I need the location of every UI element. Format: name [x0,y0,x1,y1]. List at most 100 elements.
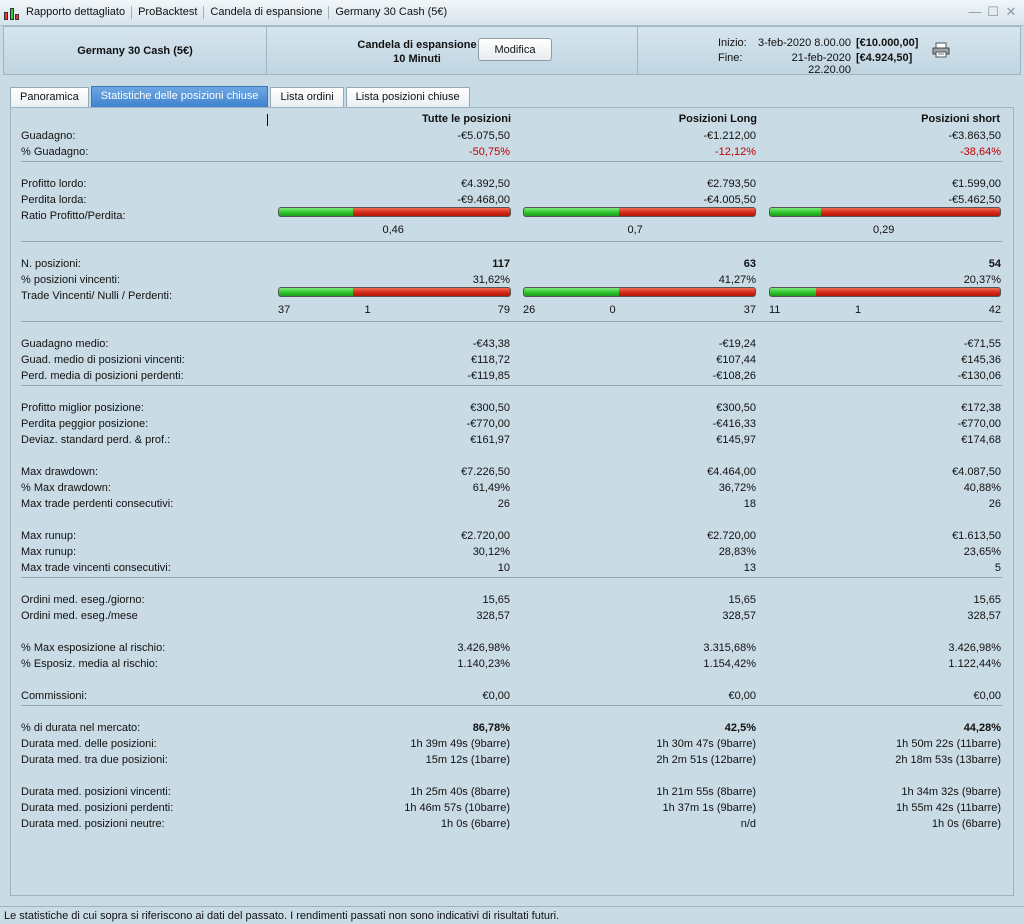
stat-value: 328,57 [476,610,510,622]
report-header: Germany 30 Cash (5€) Candela di espansio… [3,26,1021,76]
stat-value: 10 [497,562,510,574]
tab-lista-ordini[interactable]: Lista ordini [270,87,344,107]
stat-value: n/d [740,818,756,830]
stat-value: 54 [988,258,1001,270]
stat-value: -€5.075,50 [457,130,510,142]
dates-panel: Inizio: 3-feb-2020 8.00.00 [€10.000,00] … [638,27,1020,76]
stat-value: €1.613,50 [952,530,1001,542]
close-icon[interactable]: ✕ [1004,4,1018,20]
stat-value: 23,65% [963,546,1001,558]
stat-value: 15,65 [482,594,510,606]
title-segment-report: Rapporto dettagliato [20,6,133,19]
stat-value: -€43,38 [472,338,510,350]
tab-lista-posizioni-chiuse[interactable]: Lista posizioni chiuse [345,87,470,107]
bar-positive-fill [770,208,821,216]
stat-value: 1h 0s (6barre) [440,818,510,830]
neutral-count: 0 [609,304,616,316]
stat-value: 36,72% [718,482,756,494]
start-capital: [€10.000,00] [856,37,919,49]
stat-value: 117 [492,258,510,270]
stat-value: -€108,26 [712,370,756,382]
stat-value: €2.720,00 [461,530,510,542]
stat-value: 42,5% [724,722,756,734]
stat-label: Guadagno medio: [21,338,109,350]
instrument-panel: Germany 30 Cash (5€) [4,27,267,74]
stat-label: Ratio Profitto/Perdita: [21,210,126,222]
stat-value: 1h 0s (6barre) [931,818,1001,830]
stat-value: 86,78% [472,722,510,734]
stat-label: Max runup: [21,530,77,542]
stat-value: €1.599,00 [952,178,1001,190]
neutral-count: 1 [364,304,371,316]
stat-value: 1.140,23% [457,658,510,670]
stat-label: % di durata nel mercato: [21,722,141,734]
stat-label: Max drawdown: [21,466,99,478]
stat-label: % Guadagno: [21,146,89,158]
end-label: Fine: [718,52,743,64]
stat-value: €107,44 [716,354,756,366]
tab-statistiche-posizioni-chiuse[interactable]: Statistiche delle posizioni chiuse [90,86,269,107]
stat-label: Durata med. posizioni neutre: [21,818,165,830]
stat-value: €4.392,50 [461,178,510,190]
printer-icon[interactable] [932,42,950,58]
tab-bar: Panoramica Statistiche delle posizioni c… [10,86,470,107]
tab-panoramica[interactable]: Panoramica [10,87,89,107]
stat-value: 1.122,44% [948,658,1001,670]
section-divider [21,577,1002,578]
stat-value: 40,88% [963,482,1001,494]
loss-count: 79 [497,304,510,316]
win-count: 26 [523,304,536,316]
stat-value: 1h 50m 22s (11barre) [896,738,1001,750]
stat-value: 1h 39m 49s (9barre) [410,738,510,750]
stat-label: Durata med. tra due posizioni: [21,754,168,766]
stat-value: -€1.212,00 [703,130,756,142]
stat-value: 1h 25m 40s (8barre) [410,786,510,798]
bar-positive-fill [770,288,816,296]
stat-value: €2.793,50 [707,178,756,190]
stat-value: €145,36 [961,354,1001,366]
title-segment-instrument: Germany 30 Cash (5€) [335,6,448,18]
stat-label: % posizioni vincenti: [21,274,121,286]
stat-value: 15m 12s (1barre) [425,754,510,766]
stat-label: Perdita peggior posizione: [21,418,149,430]
stat-value: -€9.468,00 [457,194,510,206]
stat-value: 1h 55m 42s (11barre) [896,802,1001,814]
stat-label: Durata med. delle posizioni: [21,738,157,750]
win-count: 37 [278,304,291,316]
stat-value: -12,12% [715,146,756,158]
stat-label: % Max drawdown: [21,482,111,494]
end-capital: [€4.924,50] [856,52,913,64]
ratio-value: 0,7 [627,224,643,236]
stat-value: €4.087,50 [952,466,1001,478]
stat-value: 5 [994,562,1001,574]
stat-value: 3.426,98% [457,642,510,654]
loss-count: 37 [743,304,756,316]
stat-value: 328,57 [967,610,1001,622]
section-divider [21,321,1002,322]
title-segment-strategy: Candela di espansione [204,6,330,19]
stat-value: 30,12% [472,546,510,558]
stat-label: Max trade perdenti consecutivi: [21,498,174,510]
stat-label: Durata med. posizioni vincenti: [21,786,171,798]
stat-label: Perd. media di posizioni perdenti: [21,370,184,382]
column-header-long: Posizioni Long [678,113,757,125]
stat-label: Ordini med. eseg./giorno: [21,594,145,606]
title-bar: Rapporto dettagliato ProBacktest Candela… [0,0,1024,26]
stat-value: €145,97 [716,434,756,446]
stat-value: -€416,33 [712,418,756,430]
stat-value: -€119,85 [467,370,510,382]
stat-value: €0,00 [728,690,756,702]
section-divider [21,705,1002,706]
minimize-icon[interactable]: — [968,4,982,20]
strategy-panel: Candela di espansione 10 Minuti Modifica [267,27,638,74]
maximize-icon[interactable]: ☐ [986,4,1000,20]
stat-value: €172,38 [961,402,1001,414]
stat-value: 13 [743,562,756,574]
stat-value: 63 [743,258,756,270]
bar-positive-fill [279,208,353,216]
stat-value: 1h 34m 32s (9barre) [901,786,1001,798]
modifica-button[interactable]: Modifica [478,38,552,61]
stat-value: -50,75% [469,146,510,158]
stat-value: 1h 30m 47s (9barre) [656,738,756,750]
stat-value: €174,68 [961,434,1001,446]
